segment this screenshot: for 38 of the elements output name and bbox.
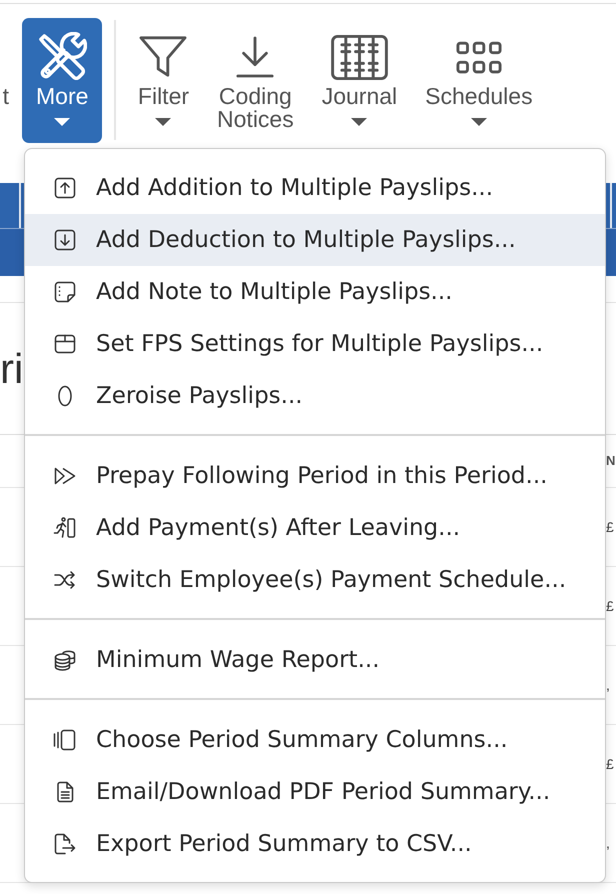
menu-item[interactable]: Switch Employee(s) Payment Schedule... xyxy=(25,554,605,606)
menu-item[interactable]: Add Note to Multiple Payslips... xyxy=(25,266,605,318)
toolbar-button[interactable]: Journal xyxy=(312,18,408,142)
menu-item[interactable]: Add Payment(s) After Leaving... xyxy=(25,502,605,554)
arrow-up-square-icon xyxy=(53,176,77,200)
page-heading: ri xyxy=(0,344,24,392)
table-cell-text: £ xyxy=(606,756,615,772)
menu-item[interactable]: Add Deduction to Multiple Payslips... xyxy=(25,214,605,266)
menu-item[interactable]: Zeroise Payslips... xyxy=(25,370,605,422)
running-person-icon xyxy=(53,516,77,540)
menu-item[interactable]: Choose Period Summary Columns... xyxy=(25,714,605,766)
arrow-down-square-icon xyxy=(53,228,77,252)
note-icon xyxy=(53,280,77,304)
download-icon xyxy=(236,35,274,79)
menu-item[interactable]: Add Addition to Multiple Payslips... xyxy=(25,162,605,214)
toolbar-button[interactable]: More xyxy=(22,18,102,142)
menu-item[interactable]: Set FPS Settings for Multiple Payslips... xyxy=(25,318,605,370)
tools-icon xyxy=(37,32,88,82)
squares-grid-icon xyxy=(456,40,502,74)
toolbar-button[interactable]: Coding Notices xyxy=(207,18,304,142)
table-cell-text: , xyxy=(606,676,611,692)
menu-item[interactable]: Minimum Wage Report... xyxy=(25,634,605,686)
toolbar-button[interactable]: Schedules xyxy=(415,18,543,142)
export-icon xyxy=(53,832,77,856)
table-cell-text: , xyxy=(606,834,611,850)
menu-item[interactable]: Prepay Following Period in this Period... xyxy=(25,450,605,502)
table-cell-text: £ xyxy=(606,518,615,534)
box-icon xyxy=(53,332,77,356)
menu-item[interactable]: Email/Download PDF Period Summary... xyxy=(25,766,605,818)
filter-icon xyxy=(138,35,188,79)
table-cell-text: £ xyxy=(606,598,615,614)
grid-icon xyxy=(330,34,388,80)
column-header: N xyxy=(606,453,616,468)
toolbar-button[interactable]: t xyxy=(0,18,9,142)
toolbar-button[interactable]: Filter xyxy=(128,18,200,142)
columns-icon xyxy=(53,728,77,752)
menu-item[interactable]: Export Period Summary to CSV... xyxy=(25,818,605,870)
coins-icon xyxy=(53,648,77,672)
